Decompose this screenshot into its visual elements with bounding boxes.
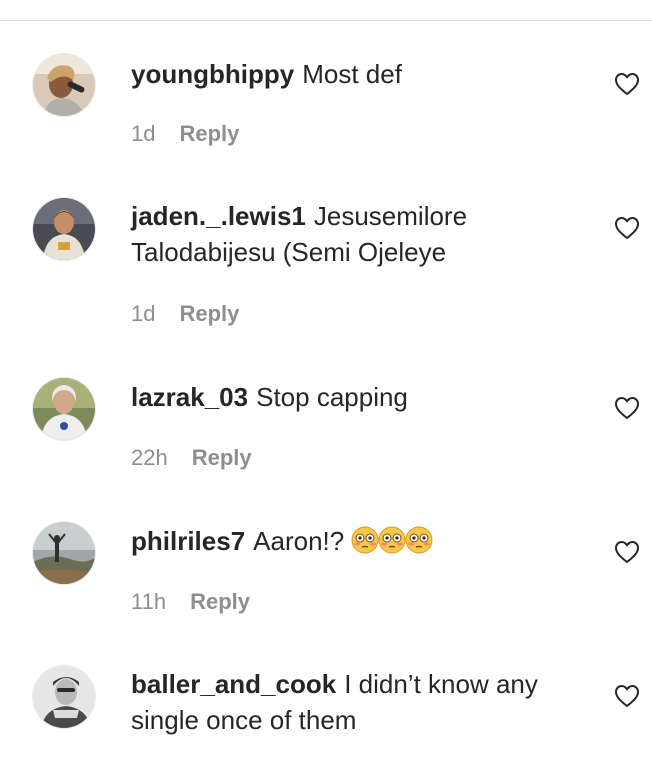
comment-time[interactable]: 1d — [131, 121, 155, 147]
avatar[interactable] — [33, 522, 95, 584]
comment-username[interactable]: jaden._.lewis1 — [131, 201, 306, 231]
comment-username[interactable]: baller_and_cook — [131, 669, 336, 699]
comment-text: Most def — [302, 59, 402, 89]
comment-text: Stop capping — [256, 382, 408, 412]
avatar[interactable]: 30 — [33, 198, 95, 260]
top-divider — [0, 20, 652, 21]
heart-outline-icon — [615, 397, 639, 419]
like-button[interactable] — [614, 396, 642, 422]
reply-button[interactable]: Reply — [192, 445, 252, 471]
comment-time[interactable]: 1d — [131, 301, 155, 327]
reply-button[interactable]: Reply — [179, 121, 239, 147]
reply-button[interactable]: Reply — [190, 589, 250, 615]
avatar[interactable] — [33, 378, 95, 440]
heart-outline-icon — [615, 541, 639, 563]
comment-time[interactable]: 22h — [131, 445, 168, 471]
avatar[interactable] — [33, 666, 95, 728]
svg-text:30: 30 — [60, 243, 69, 251]
comment-body: lazrak_03 Stop capping — [131, 379, 601, 415]
like-button[interactable] — [614, 72, 642, 98]
comment-username[interactable]: youngbhippy — [131, 59, 294, 89]
heart-outline-icon — [615, 73, 639, 95]
heart-outline-icon — [615, 217, 639, 239]
comment-body: philriles7 Aaron!? — [131, 523, 601, 563]
comment-body: jaden._.lewis1 Jesusemilore Talodabijesu … — [131, 198, 601, 270]
reply-button[interactable]: Reply — [179, 301, 239, 327]
comment-meta: 1d Reply — [131, 301, 239, 327]
comment-body: baller_and_cook I didn’t know any single … — [131, 666, 601, 738]
heart-outline-icon — [615, 685, 639, 707]
comment-meta: 22h Reply — [131, 445, 252, 471]
like-button[interactable] — [614, 216, 642, 242]
comment-username[interactable]: philriles7 — [131, 526, 245, 556]
like-button[interactable] — [614, 540, 642, 566]
comment-text: Aaron!? — [253, 526, 345, 556]
avatar[interactable] — [33, 54, 95, 116]
comment-time[interactable]: 11h — [131, 589, 166, 615]
flushed-face-emoji — [351, 526, 433, 563]
comment-username[interactable]: lazrak_03 — [131, 382, 248, 412]
comment-meta: 1d Reply — [131, 121, 239, 147]
comment-meta: 11h Reply — [131, 589, 250, 615]
comment-body: youngbhippy Most def — [131, 56, 601, 92]
like-button[interactable] — [614, 684, 642, 710]
